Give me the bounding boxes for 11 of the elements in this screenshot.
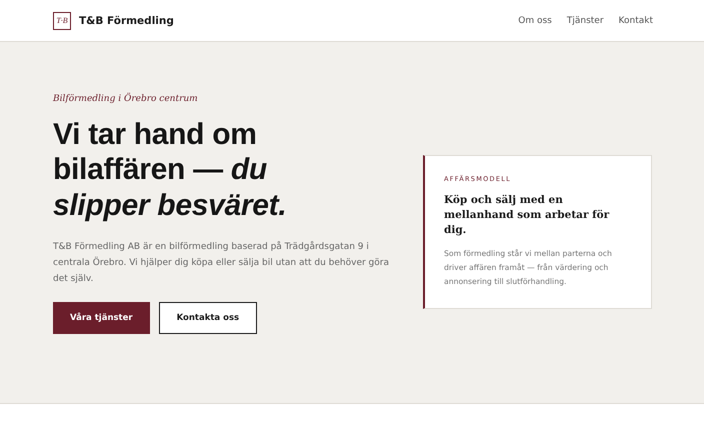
nav-link[interactable]: Om oss — [518, 16, 552, 26]
contact-button[interactable]: Kontakta oss — [158, 302, 258, 334]
nav-link[interactable]: Tjänster — [566, 16, 604, 26]
nav-link[interactable]: Kontakt — [618, 16, 653, 26]
eyebrow-text: Bilförmedling i Örebro centrum — [53, 94, 199, 104]
hero-heading: Vi tar hand om bilaffären — du slipper besväret. — [53, 117, 288, 224]
brand-name[interactable]: T&B Förmedling — [79, 14, 174, 26]
intro-text: T&B Förmedling AB är en bilförmedling baserad på Trädgårdsgatan 9 i centrala Örebro. Vi hjälper dig köpa eller sälja bil utan att du behöver göra det själv. — [53, 240, 390, 286]
card-title: Köp och sälj med en mellanhand som arbetar för dig. — [444, 193, 610, 238]
services-button[interactable]: Våra tjänster — [53, 302, 150, 334]
logo-mark[interactable]: T·B — [53, 12, 71, 30]
